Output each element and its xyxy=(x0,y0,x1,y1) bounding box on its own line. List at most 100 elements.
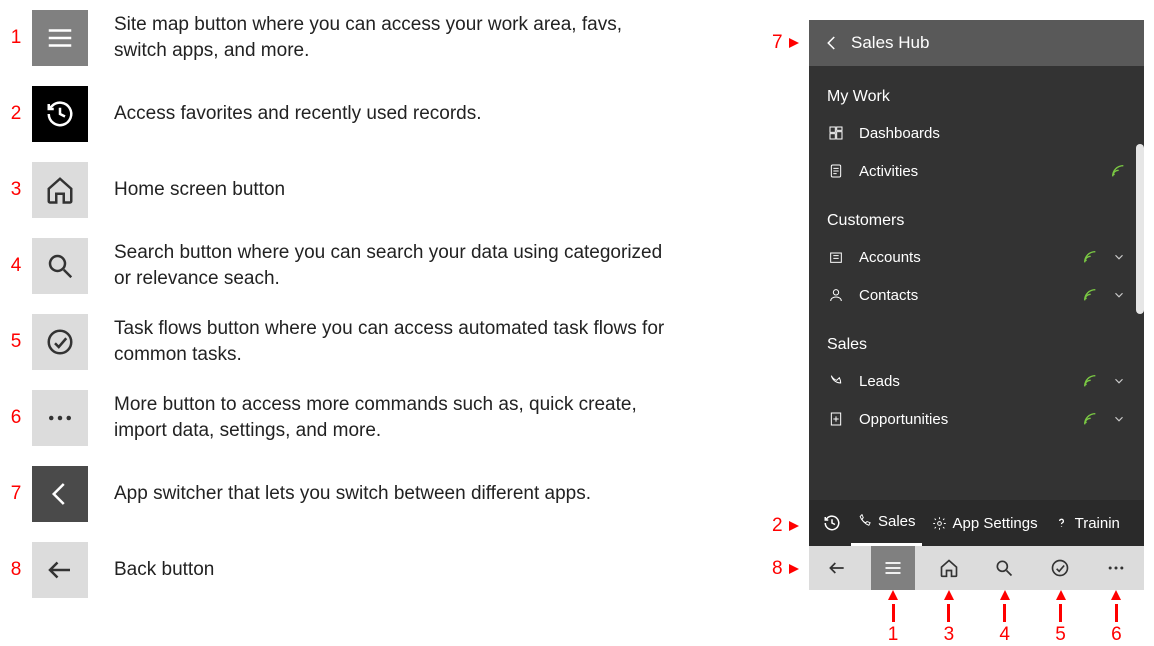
chevron-down-icon[interactable] xyxy=(1112,250,1126,264)
legend-number: 3 xyxy=(0,179,32,201)
section-title: Sales xyxy=(809,326,1144,362)
nav-item-label: Dashboards xyxy=(859,125,1126,142)
tab-sales[interactable]: Sales xyxy=(851,500,922,546)
hamburger-button[interactable] xyxy=(871,546,915,590)
legend-description: Home screen button xyxy=(114,177,285,203)
hamburger-icon xyxy=(32,10,88,66)
legend-row: 6 More button to access more commands su… xyxy=(0,390,760,446)
wifi-icon xyxy=(1082,373,1098,389)
annotation-number: 4 xyxy=(999,624,1010,646)
search-button[interactable] xyxy=(982,546,1026,590)
nav-item-label: Leads xyxy=(859,373,1068,390)
nav-item-accounts[interactable]: Accounts xyxy=(809,238,1144,276)
annotation-arrow: 2 xyxy=(772,515,799,537)
nav-item-label: Accounts xyxy=(859,249,1068,266)
annotation-arrow: 8 xyxy=(772,558,799,580)
taskflow-icon xyxy=(32,314,88,370)
legend-number: 8 xyxy=(0,559,32,581)
legend-description: Back button xyxy=(114,557,214,583)
annotation-number: 3 xyxy=(944,624,955,646)
nav-item-leads[interactable]: Leads xyxy=(809,362,1144,400)
legend-number: 5 xyxy=(0,331,32,353)
more-icon xyxy=(32,390,88,446)
annotation-number: 7 xyxy=(772,32,783,54)
tab-label: App Settings xyxy=(953,515,1038,532)
history-icon xyxy=(32,86,88,142)
legend-row: 3 Home screen button xyxy=(0,162,760,218)
chevron-left-icon[interactable] xyxy=(823,34,841,52)
legend-panel: 1 Site map button where you can access y… xyxy=(0,10,760,618)
taskflow-button[interactable] xyxy=(1038,546,1082,590)
wifi-icon xyxy=(1082,249,1098,265)
legend-row: 1 Site map button where you can access y… xyxy=(0,10,760,66)
legend-description: More button to access more commands such… xyxy=(114,392,674,443)
mobile-body: My Work Dashboards Activities Customers … xyxy=(809,66,1144,500)
tab-trainin[interactable]: Trainin xyxy=(1048,500,1126,546)
account-icon xyxy=(827,248,845,266)
nav-item-label: Activities xyxy=(859,163,1096,180)
contact-icon xyxy=(827,286,845,304)
tab-label: Trainin xyxy=(1075,515,1120,532)
nav-section: My Work Dashboards Activities xyxy=(809,66,1144,190)
legend-number: 4 xyxy=(0,255,32,277)
annotation-number: 8 xyxy=(772,558,783,580)
history-icon[interactable] xyxy=(817,514,847,532)
annotation-number: 6 xyxy=(1111,624,1122,646)
section-title: My Work xyxy=(809,78,1144,114)
annotation-arrow: 6 xyxy=(1111,590,1122,646)
phone-icon xyxy=(857,514,872,529)
nav-item-contacts[interactable]: Contacts xyxy=(809,276,1144,314)
legend-number: 1 xyxy=(0,27,32,49)
legend-description: Task flows button where you can access a… xyxy=(114,316,674,367)
annotation-arrow: 5 xyxy=(1055,590,1066,646)
wifi-icon xyxy=(1082,411,1098,427)
legend-description: Access favorites and recently used recor… xyxy=(114,101,482,127)
tab-strip: Sales App Settings Trainin xyxy=(809,500,1144,546)
legend-row: 8 Back button xyxy=(0,542,760,598)
legend-number: 7 xyxy=(0,483,32,505)
legend-row: 5 Task flows button where you can access… xyxy=(0,314,760,370)
nav-item-activities[interactable]: Activities xyxy=(809,152,1144,190)
nav-item-label: Contacts xyxy=(859,287,1068,304)
tab-app-settings[interactable]: App Settings xyxy=(926,500,1044,546)
chevron-down-icon[interactable] xyxy=(1112,374,1126,388)
more-button[interactable] xyxy=(1094,546,1138,590)
dashboard-icon xyxy=(827,124,845,142)
scrollbar[interactable] xyxy=(1136,144,1144,314)
home-icon xyxy=(32,162,88,218)
home-button[interactable] xyxy=(927,546,971,590)
legend-description: App switcher that lets you switch betwee… xyxy=(114,481,591,507)
wifi-icon xyxy=(1110,163,1126,179)
chevron-left-icon xyxy=(32,466,88,522)
tab-label: Sales xyxy=(878,513,916,530)
annotation-arrow: 1 xyxy=(888,590,899,646)
mobile-header[interactable]: Sales Hub xyxy=(809,20,1144,66)
bottom-bar xyxy=(809,546,1144,590)
search-icon xyxy=(32,238,88,294)
mobile-preview: Sales Hub My Work Dashboards Activities … xyxy=(809,20,1144,590)
nav-item-opportunities[interactable]: Opportunities xyxy=(809,400,1144,438)
wifi-icon xyxy=(1082,287,1098,303)
legend-row: 7 App switcher that lets you switch betw… xyxy=(0,466,760,522)
nav-item-dashboards[interactable]: Dashboards xyxy=(809,114,1144,152)
nav-item-label: Opportunities xyxy=(859,411,1068,428)
activity-icon xyxy=(827,162,845,180)
chevron-down-icon[interactable] xyxy=(1112,412,1126,426)
lead-icon xyxy=(827,372,845,390)
opportunity-icon xyxy=(827,410,845,428)
legend-number: 6 xyxy=(0,407,32,429)
legend-row: 4 Search button where you can search you… xyxy=(0,238,760,294)
back-button[interactable] xyxy=(815,546,859,590)
annotation-arrow: 3 xyxy=(944,590,955,646)
legend-row: 2 Access favorites and recently used rec… xyxy=(0,86,760,142)
annotation-arrow: 4 xyxy=(999,590,1010,646)
section-title: Customers xyxy=(809,202,1144,238)
back-icon xyxy=(32,542,88,598)
help-icon xyxy=(1054,516,1069,531)
chevron-down-icon[interactable] xyxy=(1112,288,1126,302)
app-title: Sales Hub xyxy=(851,33,929,53)
gear-icon xyxy=(932,516,947,531)
annotation-number: 1 xyxy=(888,624,899,646)
annotation-number: 5 xyxy=(1055,624,1066,646)
legend-number: 2 xyxy=(0,103,32,125)
